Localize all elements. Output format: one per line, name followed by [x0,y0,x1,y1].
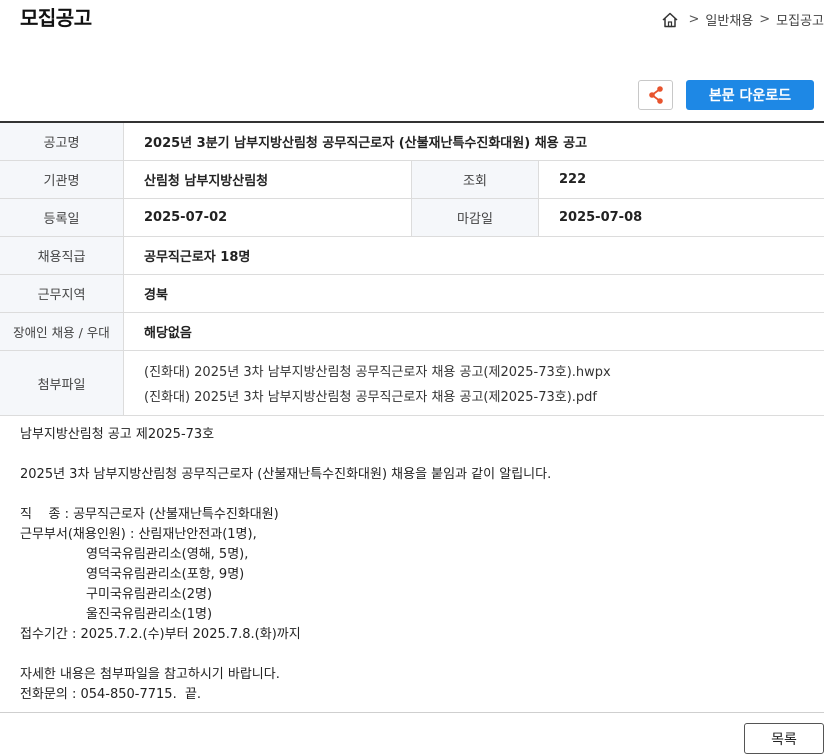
breadcrumb-item-notice[interactable]: 모집공고 [776,10,824,29]
table-row: 근무지역 경북 [0,275,824,313]
body-line: 남부지방산림청 공고 제2025-73호 [20,427,215,442]
notice-body: 남부지방산림청 공고 제2025-73호 2025년 3차 남부지방산림청 공무… [20,425,810,705]
reg-date-label: 등록일 [0,199,124,236]
download-body-button[interactable]: 본문 다운로드 [686,80,814,110]
region-label: 근무지역 [0,275,124,312]
breadcrumb: > 일반채용 > 모집공고 [661,10,824,29]
body-line: 전화문의 : 054-850-7715. 끝. [20,687,202,702]
home-icon[interactable] [661,11,679,29]
notice-info-table: 공고명 2025년 3분기 남부지방산림청 공무직근로자 (산불재난특수진화대원… [0,121,824,416]
share-icon [648,86,663,104]
views-label: 조회 [411,161,539,198]
org-label: 기관명 [0,161,124,198]
table-row: 장애인 채용 / 우대 해당없음 [0,313,824,351]
body-line: 접수기간 : 2025.7.2.(수)부터 2025.7.8.(화)까지 [20,627,301,642]
body-line: 울진국유림관리소(1명) [86,607,213,622]
share-button[interactable] [638,80,673,110]
title-value: 2025년 3분기 남부지방산림청 공무직근로자 (산불재난특수진화대원) 채용… [144,136,588,151]
table-row: 기관명 산림청 남부지방산림청 조회 222 [0,161,824,199]
deadline-value: 2025-07-08 [559,210,643,225]
table-row: 공고명 2025년 3분기 남부지방산림청 공무직근로자 (산불재난특수진화대원… [0,123,824,161]
body-line: 직 종 : 공무직근로자 (산불재난특수진화대원) [20,507,279,522]
region-value: 경북 [144,288,168,303]
breadcrumb-separator: > [759,12,771,27]
views-value: 222 [559,172,587,187]
org-value: 산림청 남부지방산림청 [144,174,269,189]
title-label: 공고명 [0,123,124,160]
body-line: 2025년 3차 남부지방산림청 공무직근로자 (산불재난특수진화대원) 채용을… [20,467,552,482]
attachments-list: (진화대) 2025년 3차 남부지방산림청 공무직근로자 채용 공고(제202… [124,351,824,415]
divider [0,712,824,713]
body-line: 영덕국유림관리소(영해, 5명), [86,547,249,562]
body-line: 구미국유림관리소(2명) [86,587,213,602]
position-label: 채용직급 [0,237,124,274]
reg-date-value: 2025-07-02 [144,210,228,225]
disabled-hire-label: 장애인 채용 / 우대 [0,313,124,350]
disabled-hire-value: 해당없음 [144,326,192,341]
list-button[interactable]: 목록 [744,723,824,754]
body-line: 자세한 내용은 첨부파일을 참고하시기 바랍니다. [20,667,280,682]
attachment-hwpx-link[interactable]: (진화대) 2025년 3차 남부지방산림청 공무직근로자 채용 공고(제202… [144,361,611,380]
body-line: 영덕국유림관리소(포항, 9명) [86,567,245,582]
body-line: 근무부서(채용인원) : 산림재난안전과(1명), [20,527,257,542]
position-value: 공무직근로자 18명 [144,250,251,265]
table-row: 첨부파일 (진화대) 2025년 3차 남부지방산림청 공무직근로자 채용 공고… [0,351,824,416]
deadline-label: 마감일 [411,199,539,236]
breadcrumb-item-general[interactable]: 일반채용 [705,10,753,29]
attachment-pdf-link[interactable]: (진화대) 2025년 3차 남부지방산림청 공무직근로자 채용 공고(제202… [144,386,597,405]
breadcrumb-separator: > [688,12,700,27]
table-row: 채용직급 공무직근로자 18명 [0,237,824,275]
attachments-label: 첨부파일 [0,351,124,415]
table-row: 등록일 2025-07-02 마감일 2025-07-08 [0,199,824,237]
page-title: 모집공고 [20,6,92,30]
